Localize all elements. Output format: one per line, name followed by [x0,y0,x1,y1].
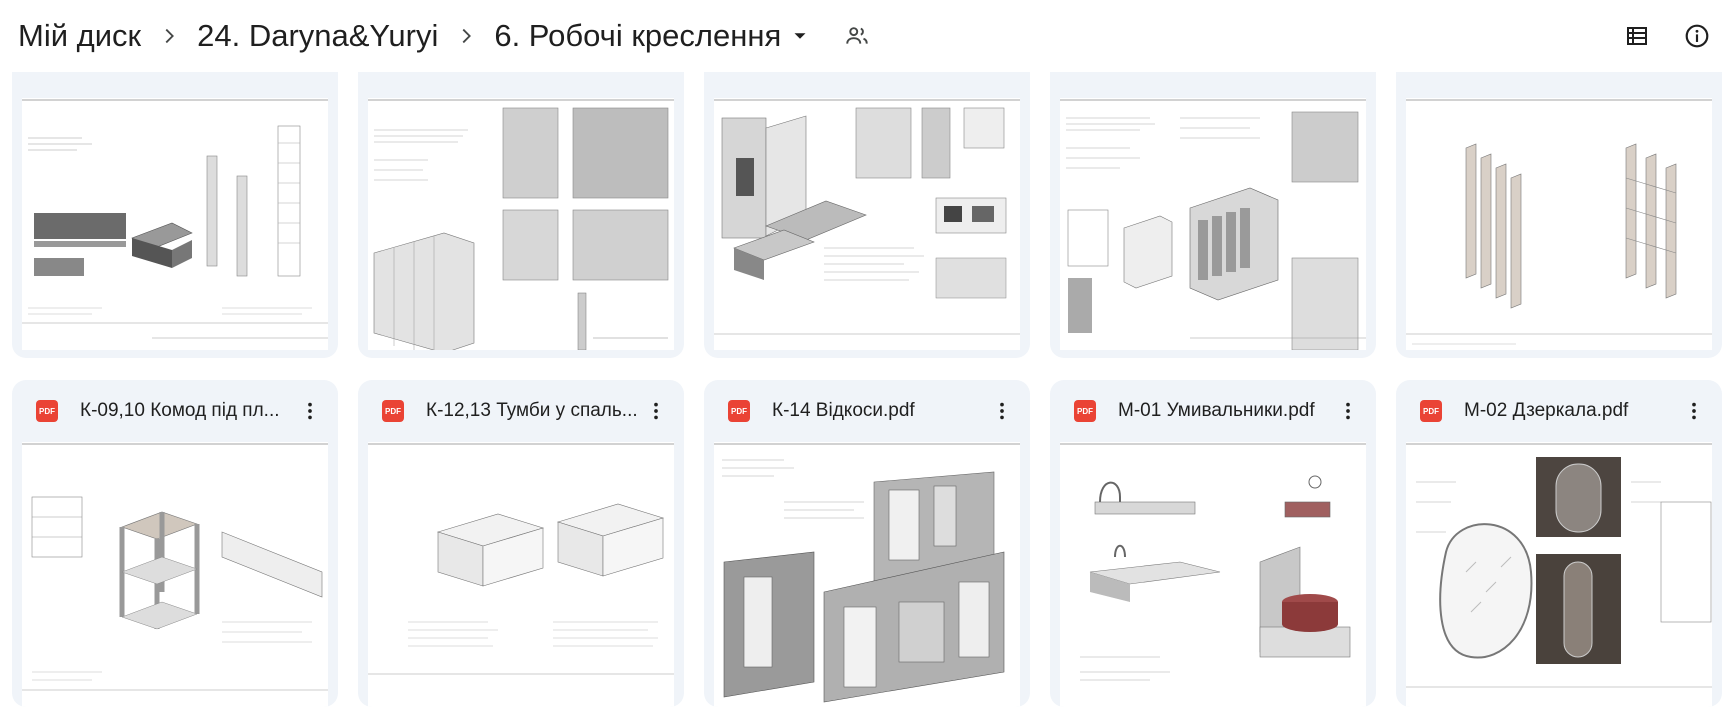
file-card[interactable] [1050,40,1376,358]
file-card[interactable]: PDF М-01 Умивальники.pdf [1050,380,1376,707]
pdf-icon: PDF [36,400,58,422]
pdf-icon: PDF [382,400,404,422]
file-name: К-12,13 Тумби у спаль... [426,400,638,421]
file-thumbnail [1406,98,1712,350]
chevron-right-icon [151,25,187,47]
caret-down-icon [789,25,811,47]
pdf-icon: PDF [1074,400,1096,422]
more-vert-icon[interactable] [1330,393,1366,429]
file-card[interactable] [1396,40,1722,358]
file-thumbnail [1060,98,1366,350]
file-name: К-09,10 Комод під пл... [80,400,280,421]
file-thumbnail [22,442,328,707]
pdf-icon: PDF [728,400,750,422]
file-thumbnail [1406,442,1712,707]
file-thumbnail [22,98,328,350]
file-thumbnail [714,442,1020,707]
breadcrumb-current-folder[interactable]: 6. Робочі креслення [488,12,817,60]
chevron-right-icon [448,25,484,47]
file-name: М-02 Дзеркала.pdf [1464,400,1629,421]
file-name: М-01 Умивальники.pdf [1118,400,1315,421]
breadcrumb-project-folder[interactable]: 24. Daryna&Yuryi [191,12,444,60]
more-vert-icon[interactable] [638,393,674,429]
file-title-row: PDF К-12,13 Тумби у спаль... [358,380,684,442]
more-vert-icon[interactable] [1676,393,1712,429]
current-folder-label: 6. Робочі креслення [494,18,782,53]
info-icon[interactable] [1670,9,1724,63]
file-thumbnail [1060,442,1366,707]
pdf-icon: PDF [1420,400,1442,422]
more-vert-icon[interactable] [292,393,328,429]
file-thumbnail [368,442,674,707]
list-view-icon[interactable] [1610,9,1664,63]
file-title-row: PDF М-01 Умивальники.pdf [1050,380,1376,442]
file-card[interactable]: PDF К-12,13 Тумби у спаль... [358,380,684,707]
file-card[interactable] [704,40,1030,358]
shared-folder-people-icon[interactable] [841,20,873,52]
top-bar: Мій диск 24. Daryna&Yuryi 6. Робочі крес… [0,0,1730,72]
breadcrumb-my-drive[interactable]: Мій диск [12,12,147,60]
file-card[interactable] [12,40,338,358]
file-title-row: PDF М-02 Дзеркала.pdf [1396,380,1722,442]
file-title-row: PDF К-09,10 Комод під пл... [12,380,338,442]
file-card[interactable]: PDF К-14 Відкоси.pdf [704,380,1030,707]
file-thumbnail [368,98,674,350]
file-thumbnail [714,98,1020,350]
more-vert-icon[interactable] [984,393,1020,429]
file-card[interactable] [358,40,684,358]
file-name: К-14 Відкоси.pdf [772,400,915,421]
file-title-row: PDF К-14 Відкоси.pdf [704,380,1030,442]
file-card[interactable]: PDF К-09,10 Комод під пл... [12,380,338,707]
file-card[interactable]: PDF М-02 Дзеркала.pdf [1396,380,1722,707]
